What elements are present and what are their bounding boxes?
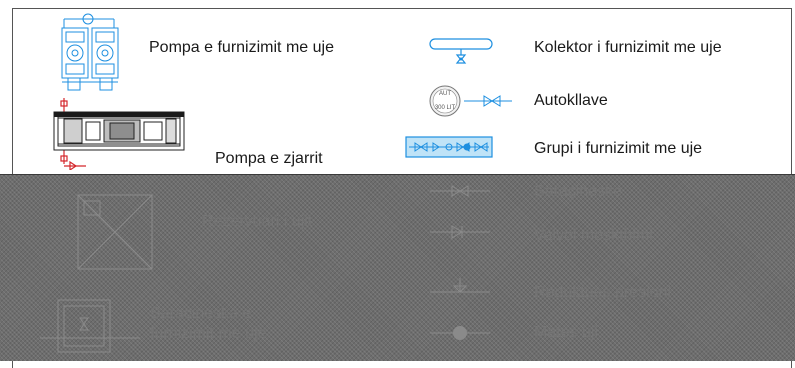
label-tank: Rezervuari i ujit — [202, 213, 313, 230]
label-gate-valve: Saraçineske — [534, 183, 623, 200]
autoclave-tag: AUT — [439, 91, 451, 97]
water-meter-symbol — [430, 326, 490, 340]
autoclave-symbol — [429, 85, 512, 117]
label-autoclave: Autokllave — [534, 92, 608, 109]
label-collector: Kolektor i furnizimit me uje — [534, 39, 722, 56]
tank-symbol — [77, 194, 153, 270]
label-supply-pump: Pompa e furnizimit me uje — [149, 39, 334, 56]
label-supply-gate-1: Saracineska e — [150, 305, 252, 322]
label-supply-gate-2: furnizimit me uje — [150, 325, 267, 342]
autoclave-capacity: 300 LIT — [434, 105, 456, 111]
supply-pump-symbol — [61, 13, 119, 91]
gate-valve-symbol — [430, 185, 490, 197]
label-pressure-reducer: Reduktues presioni — [534, 284, 671, 301]
label-supply-group: Grupi i furnizimit me uje — [534, 140, 703, 157]
label-fire-pump: Pompa e zjarrit — [215, 150, 323, 167]
supply-group-symbol — [405, 136, 493, 158]
label-check-valve: Valvol moskthimi — [534, 227, 653, 244]
collector-symbol — [429, 38, 493, 64]
fire-pump-symbol — [53, 98, 185, 170]
pressure-reducer-symbol — [430, 278, 490, 293]
check-valve-symbol — [430, 225, 490, 239]
supply-gate-symbol — [40, 299, 140, 353]
label-water-meter: Mates uji — [534, 324, 599, 341]
